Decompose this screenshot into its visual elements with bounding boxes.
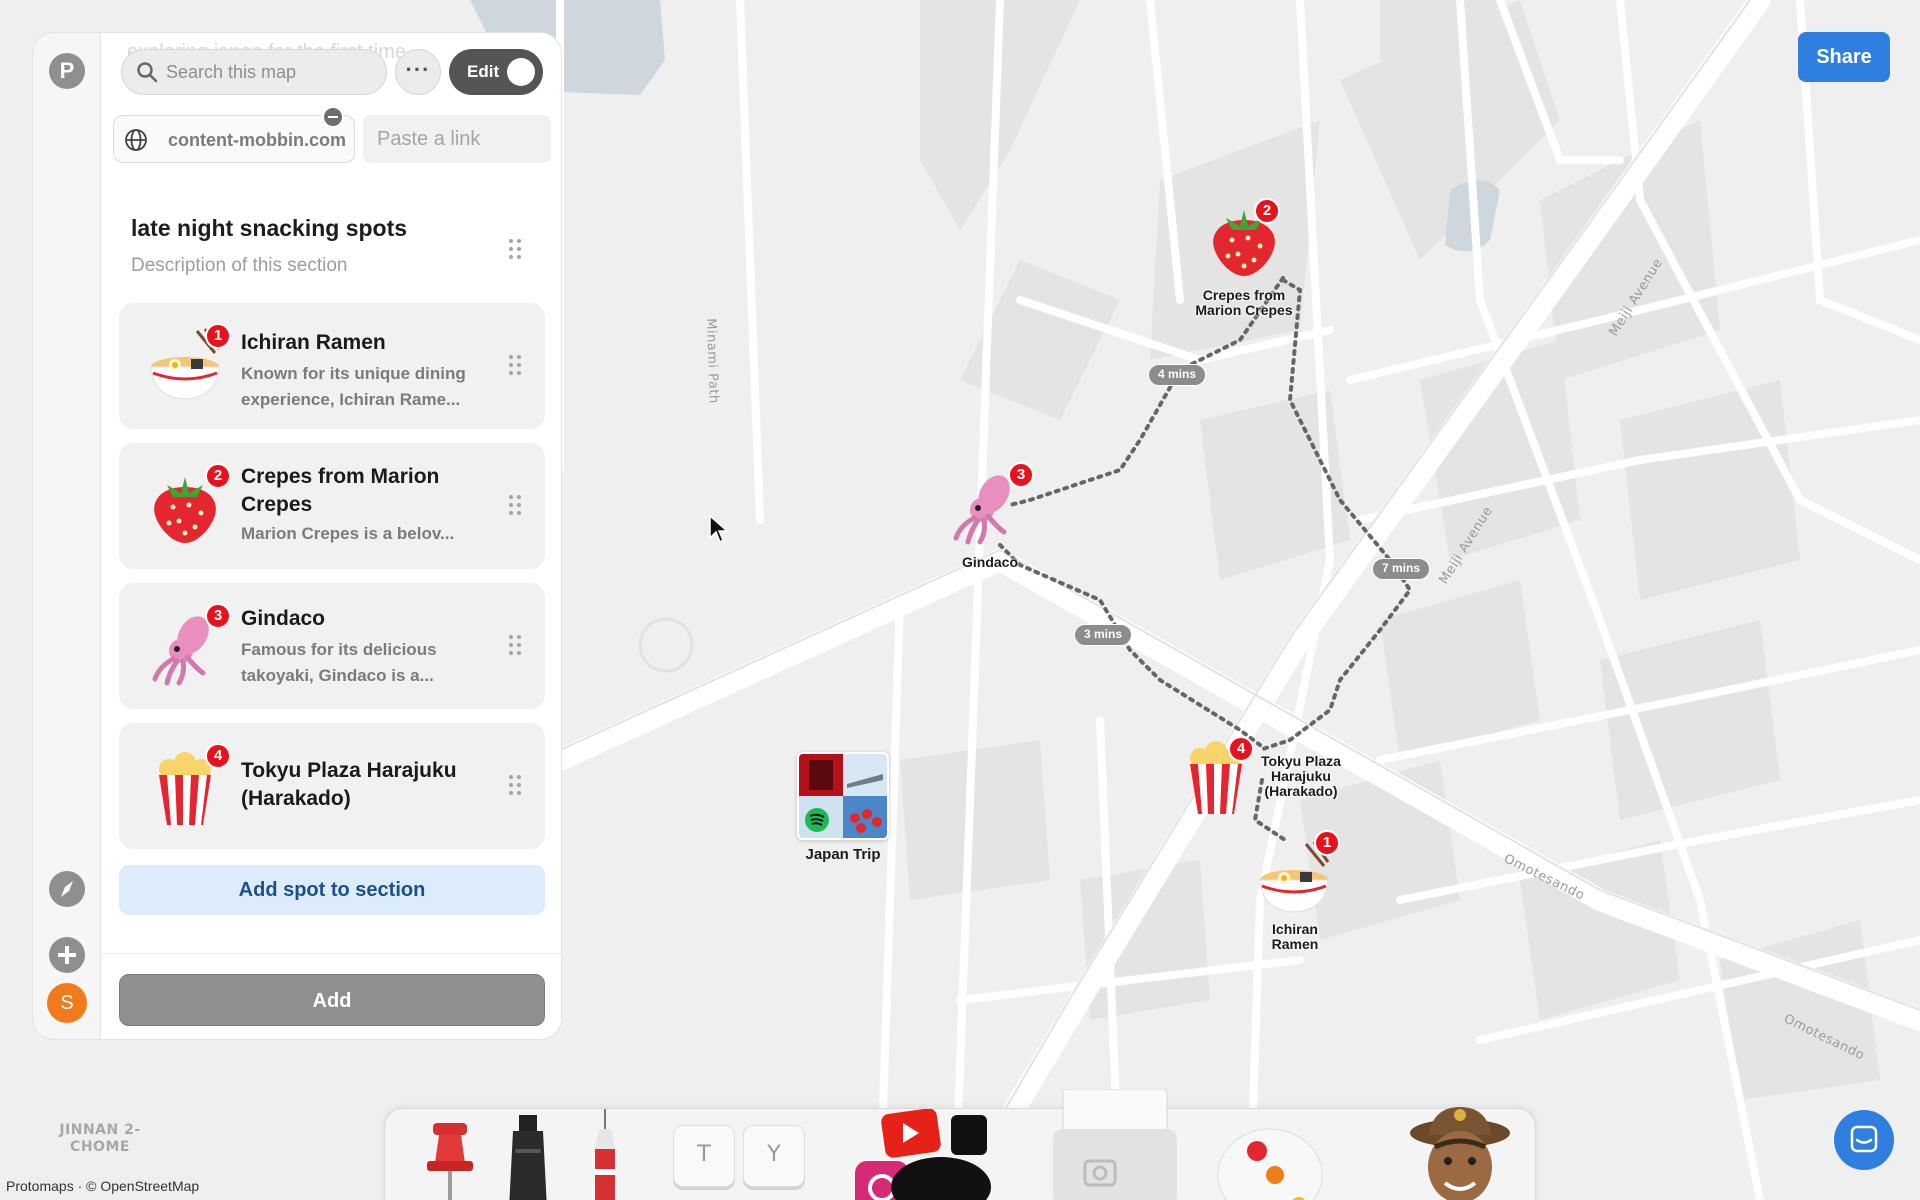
section-description[interactable]: Description of this section bbox=[131, 255, 348, 277]
spot-card-tokyu-plaza[interactable]: 4 Tokyu Plaza Harajuku (Harakado) bbox=[119, 723, 545, 849]
travel-time-pill: 4 mins bbox=[1148, 364, 1207, 386]
travel-time-pill: 7 mins bbox=[1372, 558, 1431, 580]
search-input[interactable] bbox=[166, 50, 376, 94]
japan-trip-label: Japan Trip bbox=[805, 846, 881, 863]
add-spot-to-section-button[interactable]: Add spot to section bbox=[119, 865, 545, 915]
spot-card-crepes[interactable]: 2 Crepes from Marion Crepes Marion Crepe… bbox=[119, 443, 545, 569]
spot-title: Crepes from Marion Crepes bbox=[241, 465, 440, 516]
camera-printer-sticker-icon[interactable] bbox=[1045, 1089, 1185, 1200]
map-pin-crepes-label: Crepes from Marion Crepes bbox=[1195, 287, 1293, 318]
panel-footer: Add bbox=[101, 953, 561, 1039]
share-button[interactable]: Share bbox=[1798, 32, 1890, 82]
spot-drag-handle-icon[interactable] bbox=[509, 635, 523, 657]
spot-number-badge: 4 bbox=[205, 743, 231, 769]
spot-description: Known for its unique dining experience, … bbox=[241, 364, 466, 409]
district-label: JINNAN 2-CHOME bbox=[59, 1122, 141, 1155]
add-button[interactable]: Add bbox=[119, 974, 545, 1026]
user-avatar[interactable]: S bbox=[47, 983, 87, 1023]
section-title[interactable]: late night snacking spots bbox=[131, 215, 407, 242]
remove-link-icon[interactable] bbox=[322, 106, 344, 128]
section-drag-handle-icon[interactable] bbox=[509, 239, 523, 261]
map-pin-crepes-badge: 2 bbox=[1254, 198, 1280, 224]
key-y-sticker[interactable]: Y bbox=[743, 1125, 805, 1187]
spot-title: Gindaco bbox=[241, 607, 326, 630]
link-chip-text: content-mobbin.com bbox=[168, 130, 346, 150]
spot-number-badge: 2 bbox=[205, 463, 231, 489]
toggle-knob bbox=[507, 58, 535, 86]
map-pin-gindaco-badge: 3 bbox=[1008, 462, 1034, 488]
search-bar[interactable] bbox=[121, 49, 387, 95]
left-rail: P S bbox=[32, 32, 100, 1040]
chat-icon bbox=[1850, 1125, 1878, 1153]
search-icon bbox=[137, 62, 158, 83]
map-pin-ichiran-label: Ichiran Ramen bbox=[1271, 921, 1319, 952]
explorer-character-sticker-icon[interactable] bbox=[1405, 1105, 1515, 1200]
explore-compass-icon[interactable] bbox=[49, 871, 85, 907]
spot-drag-handle-icon[interactable] bbox=[509, 495, 523, 517]
edit-toggle-label: Edit bbox=[467, 62, 500, 81]
street-label-minami-path: Minami Path bbox=[703, 318, 721, 404]
map-pin-tokyu-plaza-label: Tokyu Plaza Harajuku (Harakado) bbox=[1261, 753, 1341, 799]
sidebar-panel: exploring japan for the first time ··· E… bbox=[100, 32, 562, 1040]
app-logo[interactable]: P bbox=[49, 53, 85, 89]
social-apps-sticker-icon[interactable] bbox=[855, 1109, 1005, 1200]
spot-description: Famous for its delicious takoyaki, Ginda… bbox=[241, 640, 437, 685]
japan-trip-marker[interactable] bbox=[797, 752, 889, 840]
add-plus-icon[interactable] bbox=[49, 937, 85, 973]
pushpin-sticker-icon[interactable] bbox=[415, 1115, 485, 1200]
spot-title: Ichiran Ramen bbox=[241, 331, 386, 354]
spot-title: Tokyu Plaza Harajuku (Harakado) bbox=[241, 759, 457, 810]
link-chip[interactable]: content-mobbin.com bbox=[113, 106, 355, 163]
more-options-button[interactable]: ··· bbox=[395, 49, 441, 95]
globe-icon bbox=[125, 129, 147, 151]
pen-sticker-icon[interactable] bbox=[575, 1109, 635, 1200]
spot-card-ichiran-ramen[interactable]: 1 Ichiran Ramen Known for its unique din… bbox=[119, 303, 545, 429]
sticker-dock: T Y bbox=[384, 1089, 1536, 1200]
spot-drag-handle-icon[interactable] bbox=[509, 355, 523, 377]
spot-number-badge: 1 bbox=[205, 323, 231, 349]
travel-time-pill: 3 mins bbox=[1074, 624, 1133, 646]
spot-card-gindaco[interactable]: 3 Gindaco Famous for its delicious takoy… bbox=[119, 583, 545, 709]
paste-link-input[interactable] bbox=[363, 115, 551, 163]
spot-description: Marion Crepes is a belov... bbox=[241, 524, 455, 543]
marker-sticker-icon[interactable] bbox=[493, 1109, 563, 1200]
spot-drag-handle-icon[interactable] bbox=[509, 775, 523, 797]
map-pin-ichiran-badge: 1 bbox=[1314, 830, 1340, 856]
paint-palette-sticker-icon[interactable] bbox=[1215, 1113, 1325, 1200]
map-pin-tokyu-plaza-badge: 4 bbox=[1228, 736, 1254, 762]
key-t-sticker[interactable]: T bbox=[673, 1125, 735, 1187]
map-attribution[interactable]: Protomaps · © OpenStreetMap bbox=[6, 1178, 199, 1194]
map-pin-gindaco-label: Gindaco bbox=[961, 554, 1018, 570]
spot-number-badge: 3 bbox=[205, 603, 231, 629]
edit-mode-toggle[interactable]: Edit bbox=[449, 49, 543, 95]
playlist-cover-image bbox=[799, 754, 887, 838]
mouse-cursor-icon bbox=[709, 514, 729, 544]
support-chat-button[interactable] bbox=[1834, 1110, 1894, 1170]
